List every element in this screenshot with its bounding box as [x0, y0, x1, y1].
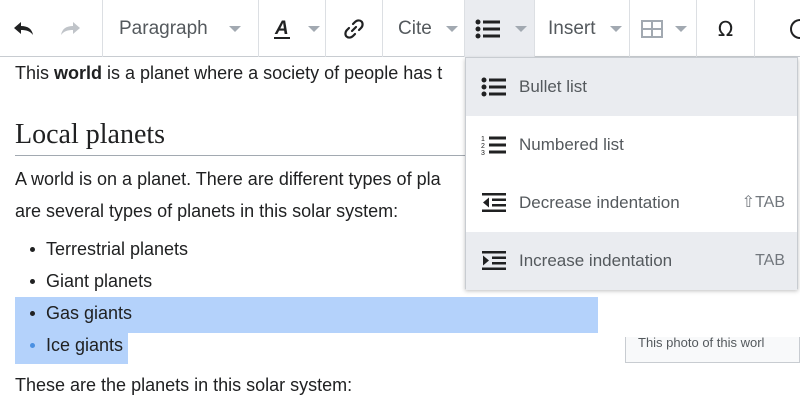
menu-item-label: Numbered list: [519, 135, 624, 154]
intro-text: This: [15, 63, 55, 83]
intro-text-rest: is a planet where a society of people ha…: [102, 63, 443, 83]
list-item: Gas giants: [15, 297, 615, 329]
bullet-icon: [30, 343, 35, 348]
indent-icon: [482, 251, 506, 270]
menu-item-shortcut: TAB: [755, 252, 785, 269]
svg-text:2: 2: [481, 143, 485, 150]
intro-bold-text: world: [54, 63, 103, 83]
menu-item-label: Increase indentation: [519, 251, 673, 270]
body-paragraph: A world is on a planet. There are differ…: [15, 163, 475, 227]
table-icon: [641, 19, 663, 38]
intro-paragraph: This world is a planet where a society o…: [15, 57, 442, 89]
chevron-down-icon: [609, 25, 622, 32]
menu-item-bullet-list[interactable]: Bullet list: [466, 58, 797, 116]
list-item-text: Ice giants: [46, 335, 124, 355]
closing-paragraph: These are the planets in this solar syst…: [15, 375, 353, 395]
image-caption-text: This photo of this worl: [638, 337, 765, 350]
text-style-icon: A: [274, 18, 290, 39]
svg-text:3: 3: [481, 150, 485, 157]
chevron-down-icon: [308, 25, 320, 32]
link-button[interactable]: [326, 0, 383, 57]
undo-icon: [14, 21, 33, 35]
insert-dropdown[interactable]: Insert: [535, 0, 630, 57]
toolbar-overflow[interactable]: [755, 0, 800, 57]
chevron-down-icon: [675, 25, 687, 32]
list-item-text: Gas giants: [46, 303, 133, 323]
numbered-list-icon: 1 2 3: [481, 136, 506, 157]
chevron-down-icon: [445, 25, 458, 32]
chevron-down-icon: [515, 25, 527, 32]
paragraph-format-label: Paragraph: [119, 17, 208, 39]
section-heading: Local planets: [15, 115, 475, 156]
menu-item-shortcut: ⇧TAB: [741, 194, 785, 211]
special-character-icon: Ω: [717, 16, 734, 41]
svg-text:A: A: [274, 18, 289, 39]
bullet-icon: [30, 279, 35, 284]
menu-item-label: Bullet list: [519, 77, 588, 96]
special-character-button[interactable]: Ω: [697, 0, 755, 57]
list-item: Ice giants: [15, 329, 615, 361]
link-icon: [344, 18, 364, 39]
image-caption: This photo of this worl: [625, 337, 800, 363]
menu-item-numbered-list[interactable]: 1 2 3 Numbered list: [466, 116, 797, 174]
outdent-icon: [482, 193, 506, 212]
insert-label: Insert: [548, 17, 596, 39]
cite-label: Cite: [398, 17, 432, 39]
menu-item-label: Decrease indentation: [519, 193, 680, 212]
editor-toolbar: Paragraph A Cite Insert Ω: [0, 0, 800, 57]
text-style-dropdown[interactable]: A: [259, 0, 326, 57]
bullet-icon: [30, 247, 35, 252]
list-item-text: Giant planets: [46, 271, 153, 291]
list-dropdown[interactable]: [465, 0, 535, 57]
bullet-list-icon: [475, 19, 500, 38]
chevron-down-icon: [228, 25, 241, 32]
list-dropdown-menu: Bullet list 1 2 3 Numbered list Decrease…: [465, 57, 798, 290]
redo-icon: [61, 21, 80, 35]
body-paragraph-line-2: are several types of planets in this sol…: [15, 201, 399, 221]
bullet-icon: [30, 311, 35, 316]
menu-item-decrease-indentation[interactable]: Decrease indentation ⇧TAB: [466, 174, 797, 232]
cite-dropdown[interactable]: Cite: [383, 0, 465, 57]
list-item-text: Terrestrial planets: [46, 239, 189, 259]
undo-button[interactable]: [2, 0, 46, 57]
body-paragraph-line-1: A world is on a planet. There are differ…: [15, 169, 441, 189]
history-group: [0, 0, 103, 57]
redo-button[interactable]: [46, 0, 94, 57]
svg-text:1: 1: [481, 136, 485, 143]
paragraph-format-dropdown[interactable]: Paragraph: [103, 0, 259, 57]
overflow-edge: [790, 18, 800, 39]
bullet-list-icon: [481, 77, 506, 97]
menu-item-increase-indentation[interactable]: Increase indentation TAB: [466, 232, 797, 290]
table-dropdown[interactable]: [630, 0, 697, 57]
